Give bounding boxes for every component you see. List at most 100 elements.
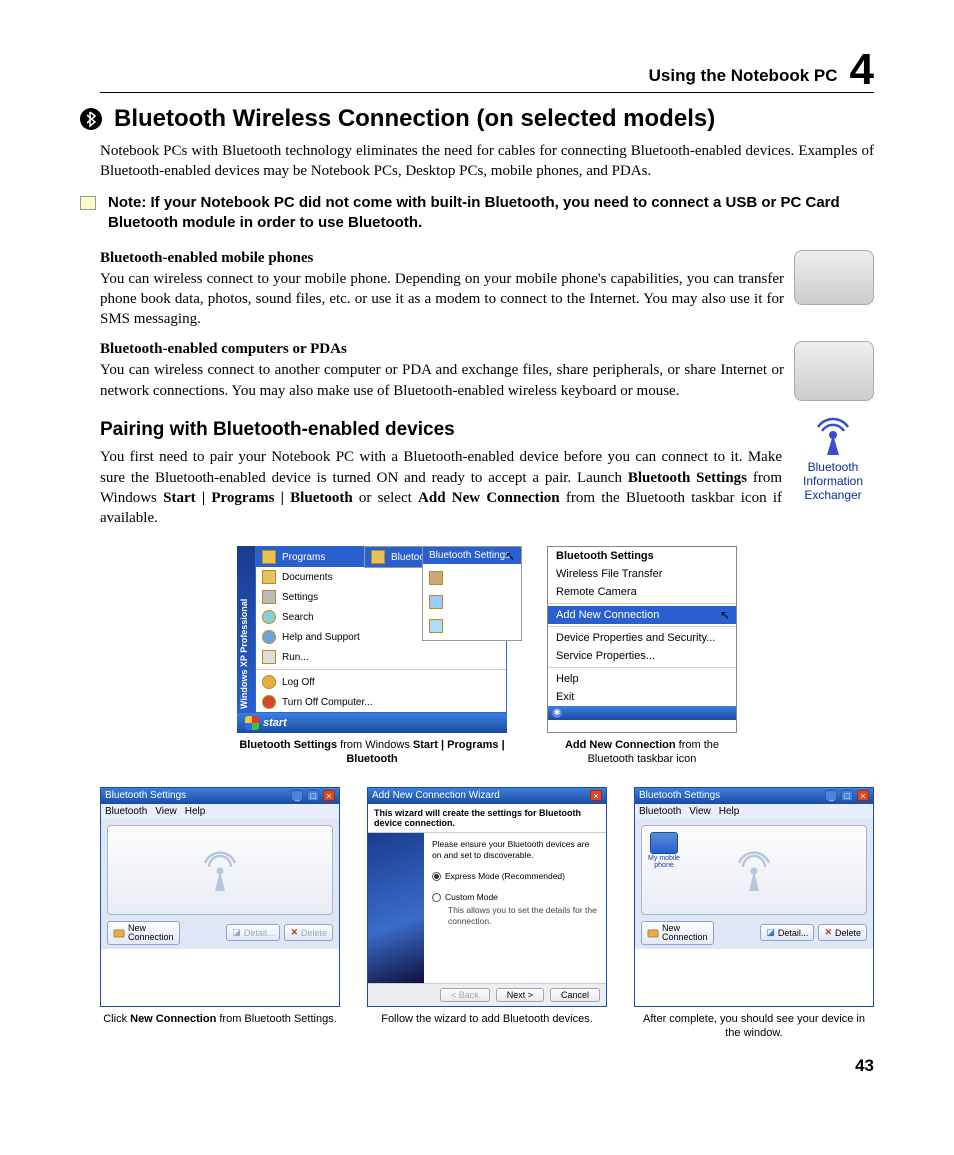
cm-service-props[interactable]: Service Properties...	[548, 647, 736, 665]
pairing-body: You first need to pair your Notebook PC …	[100, 447, 782, 528]
section-title: Bluetooth Wireless Connection (on select…	[104, 105, 874, 133]
sm-users-guide[interactable]: User's Guide	[423, 592, 521, 612]
bluetooth-tray-icon[interactable]: ✱	[552, 708, 562, 718]
menu-view[interactable]: View	[155, 806, 177, 817]
maximize-button[interactable]: □	[307, 790, 319, 801]
maximize-button[interactable]: □	[841, 790, 853, 801]
new-connection-button[interactable]: New Connection	[641, 921, 714, 945]
cm-remote-camera[interactable]: Remote Camera	[548, 583, 736, 601]
folder-icon	[262, 550, 276, 564]
sm-sub-bt-items: Bluetooth Settings↖ Remote Camera User's…	[422, 546, 522, 641]
radio-express[interactable]: Express Mode (Recommended)	[432, 871, 598, 882]
window-controls: _ □ ×	[290, 790, 335, 802]
cursor-icon: ↖	[505, 549, 515, 563]
run-icon	[262, 650, 276, 664]
back-button: < Back	[440, 988, 490, 1002]
close-button[interactable]: ×	[590, 790, 602, 801]
note-block: Note: If your Notebook PC did not come w…	[100, 193, 874, 234]
chapter-number: 4	[850, 50, 874, 90]
mobile-phone-image	[794, 250, 874, 305]
mobile-body: You can wireless connect to your mobile …	[100, 269, 784, 330]
caption-win2: Follow the wizard to add Bluetooth devic…	[367, 1013, 607, 1041]
phone-icon	[650, 832, 678, 854]
antenna-icon	[810, 413, 856, 459]
sm-wft[interactable]: Wireless File Transfer	[423, 612, 521, 640]
bt-exch-l2: Information	[792, 475, 874, 489]
cm-device-props[interactable]: Device Properties and Security...	[548, 629, 736, 647]
caption-win3: After complete, you should see your devi…	[634, 1013, 874, 1041]
sm-logoff[interactable]: Log Off	[256, 672, 506, 692]
search-icon	[262, 610, 276, 624]
sm-programs[interactable]: Programs Bluetooth Bluetooth Settings↖ R…	[256, 547, 506, 567]
add-connection-wizard: Add New Connection Wizard × This wizard …	[367, 787, 607, 1007]
radio-icon	[432, 893, 441, 902]
sm-remote-camera[interactable]: Remote Camera	[423, 564, 521, 592]
detail-button[interactable]: ◪ Detail...	[760, 924, 814, 941]
power-icon	[262, 695, 276, 709]
subhead-pda: Bluetooth-enabled computers or PDAs	[100, 341, 784, 358]
bt-settings-window-empty: Bluetooth Settings _ □ × Bluetooth View …	[100, 787, 340, 1007]
start-menu-sidebar: Windows XP Professional	[237, 546, 255, 713]
menu-view[interactable]: View	[689, 806, 711, 817]
cm-bt-settings[interactable]: Bluetooth Settings	[548, 547, 736, 565]
intro-paragraph: Notebook PCs with Bluetooth technology e…	[100, 141, 874, 182]
subhead-mobile: Bluetooth-enabled mobile phones	[100, 250, 784, 267]
start-button[interactable]: start	[237, 713, 507, 733]
detail-button: ◪ Detail...	[226, 924, 280, 941]
wizard-graphic	[368, 833, 424, 983]
device-icon[interactable]: My mobile phone	[648, 832, 680, 869]
menu-help[interactable]: Help	[719, 806, 740, 817]
sm-sub-bluetooth: Bluetooth	[364, 546, 424, 568]
note-text: Note: If your Notebook PC did not come w…	[108, 193, 874, 234]
cm-help[interactable]: Help	[548, 670, 736, 688]
new-connection-icon	[113, 927, 125, 939]
pda-body: You can wireless connect to another comp…	[100, 360, 784, 401]
cm-exit[interactable]: Exit	[548, 688, 736, 706]
start-menu-screenshot: Windows XP Professional Programs Bluetoo…	[237, 546, 507, 733]
pda-image	[794, 341, 874, 401]
sm-run[interactable]: Run...	[256, 647, 506, 667]
caption-win1: Click New Connection from Bluetooth Sett…	[100, 1013, 340, 1041]
page-header: Using the Notebook PC 4	[100, 50, 874, 93]
bt-settings-window-device: Bluetooth Settings _ □ × Bluetooth View …	[634, 787, 874, 1007]
window-controls: _ □ ×	[824, 790, 869, 802]
pairing-head: Pairing with Bluetooth-enabled devices	[100, 419, 782, 441]
next-button[interactable]: Next >	[496, 988, 544, 1002]
close-button[interactable]: ×	[323, 790, 335, 801]
sm-bt-settings[interactable]: Bluetooth Settings↖	[423, 547, 521, 564]
sm-turnoff[interactable]: Turn Off Computer...	[256, 692, 506, 712]
antenna-icon	[201, 845, 239, 895]
help-icon	[262, 630, 276, 644]
bluetooth-icon	[80, 108, 102, 130]
wizard-note: Please ensure your Bluetooth devices are…	[432, 839, 598, 861]
folder-icon	[371, 550, 385, 564]
page-number: 43	[100, 1056, 874, 1076]
delete-button: ✕ Delete	[284, 924, 333, 941]
radio-custom[interactable]: Custom Mode	[432, 892, 598, 903]
new-connection-button[interactable]: New Connection	[107, 921, 180, 945]
sm-bluetooth[interactable]: Bluetooth	[365, 547, 423, 567]
caption-startmenu: Bluetooth Settings from Windows Start | …	[237, 739, 507, 767]
cancel-button[interactable]: Cancel	[550, 988, 600, 1002]
antenna-icon	[735, 845, 773, 895]
menu-help[interactable]: Help	[185, 806, 206, 817]
cm-wft[interactable]: Wireless File Transfer	[548, 565, 736, 583]
logoff-icon	[262, 675, 276, 689]
context-menu-screenshot: Bluetooth Settings Wireless File Transfe…	[547, 546, 737, 733]
new-connection-icon	[647, 927, 659, 939]
close-button[interactable]: ×	[857, 790, 869, 801]
delete-button[interactable]: ✕ Delete	[818, 924, 867, 941]
bt-exch-l3: Exchanger	[792, 489, 874, 503]
menu-bluetooth[interactable]: Bluetooth	[105, 806, 147, 817]
titlebar: Bluetooth Settings _ □ ×	[635, 788, 873, 804]
cm-add-new-connection[interactable]: Add New Connection↖	[548, 606, 736, 624]
menu-bluetooth[interactable]: Bluetooth	[639, 806, 681, 817]
device-canvas: My mobile phone	[641, 825, 867, 915]
note-icon	[80, 196, 96, 210]
minimize-button[interactable]: _	[291, 790, 303, 801]
minimize-button[interactable]: _	[825, 790, 837, 801]
taskbar-strip: ✱	[548, 706, 736, 720]
header-text: Using the Notebook PC	[649, 66, 850, 90]
radio-icon	[432, 872, 441, 881]
titlebar: Add New Connection Wizard ×	[368, 788, 606, 804]
